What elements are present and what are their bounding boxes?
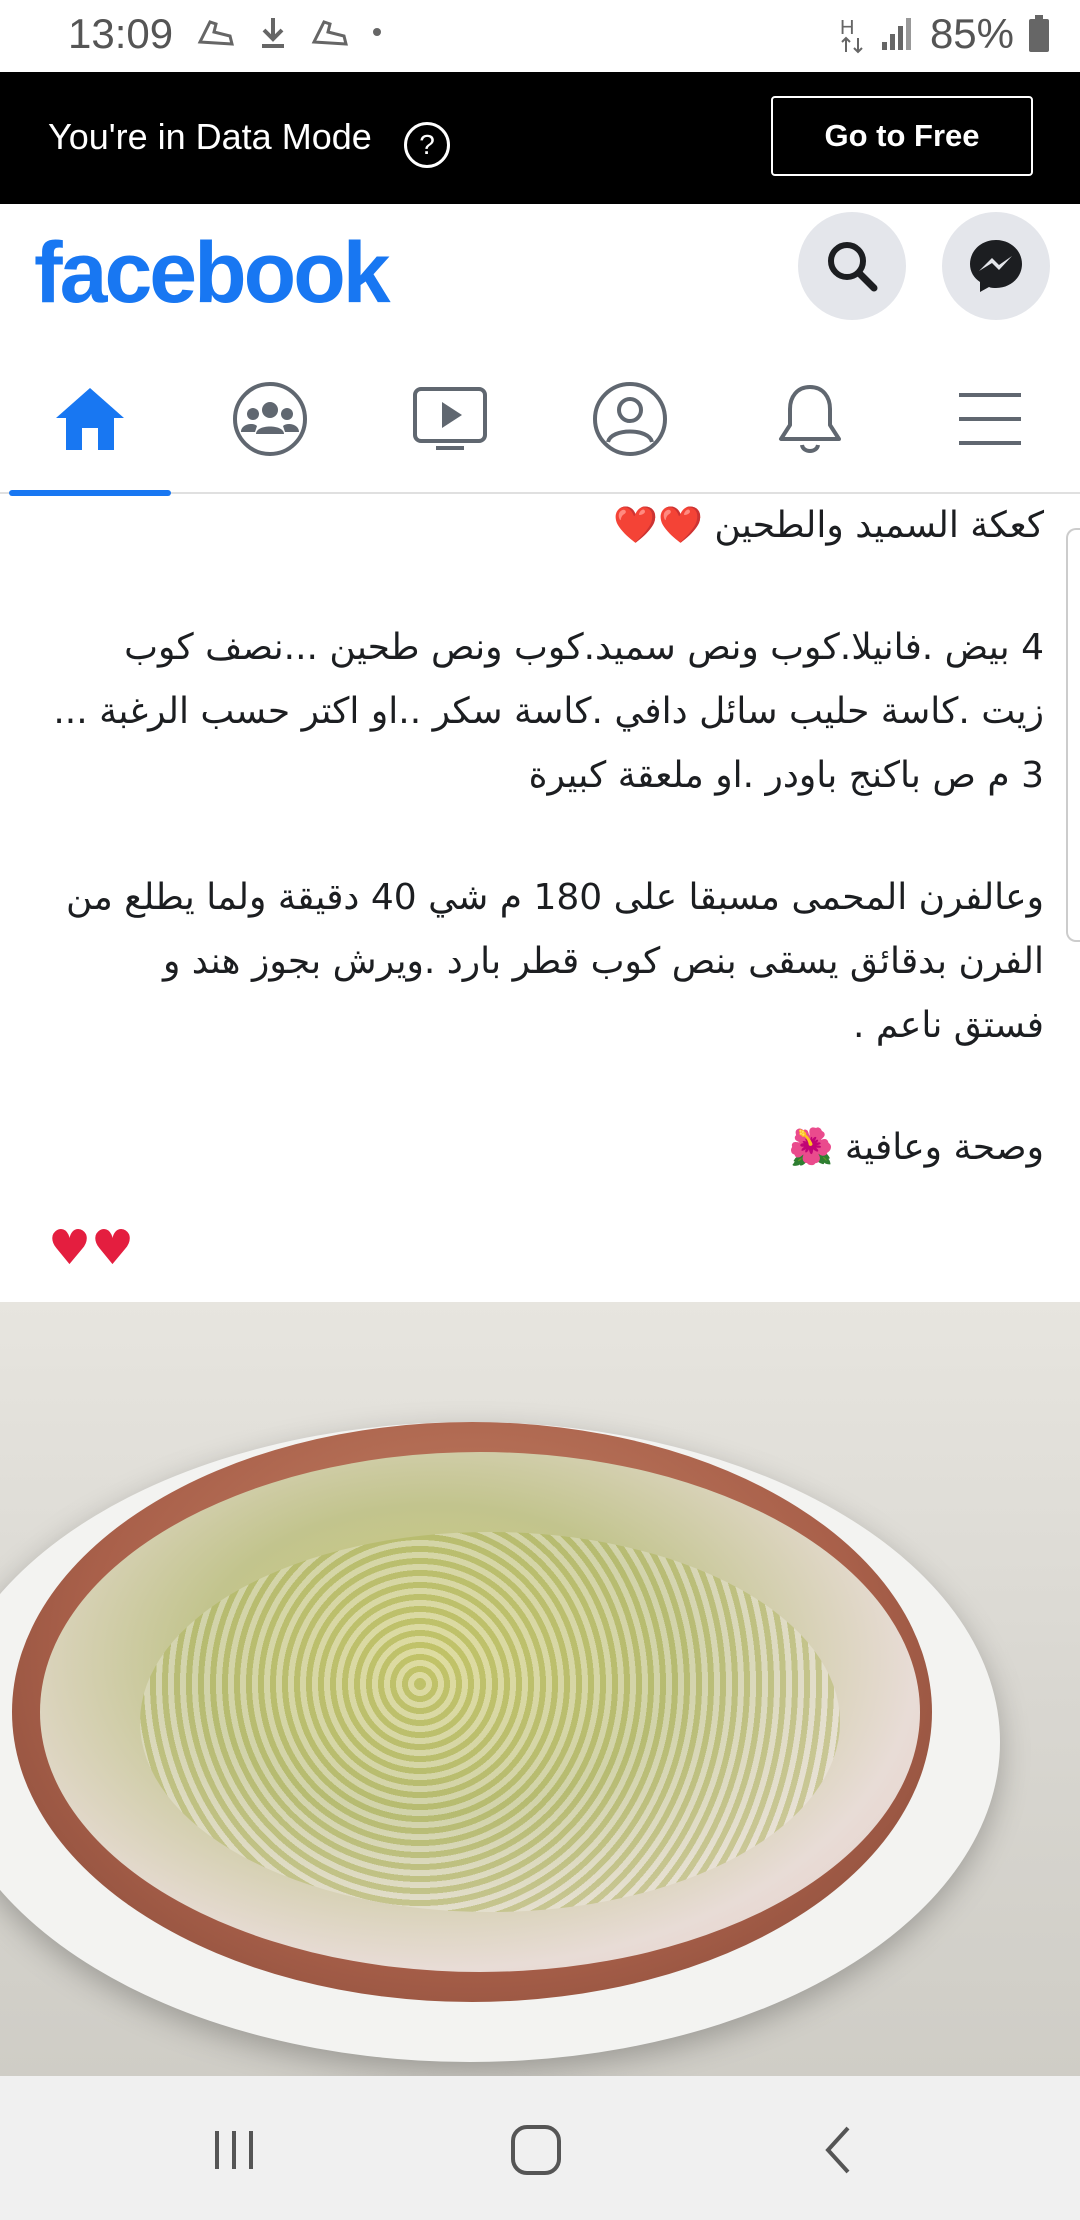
hearts-emoji: ♥♥ <box>48 1220 135 1276</box>
home-circle-icon <box>511 2125 561 2175</box>
recent-apps-button[interactable] <box>204 2120 264 2180</box>
messenger-button[interactable] <box>942 212 1050 320</box>
status-bar: 13:09 H 85% <box>0 0 1080 72</box>
method-line: وعالفرن المحمى مسبقا على 180 م شي 40 دقي… <box>66 877 1044 918</box>
post-photo[interactable] <box>0 1302 1080 2076</box>
recents-icon <box>215 2131 253 2169</box>
cake-image <box>12 1422 932 2002</box>
tab-home[interactable] <box>0 344 180 496</box>
video-icon <box>413 387 487 450</box>
battery-percent: 85% <box>929 10 1014 57</box>
nav-bar <box>0 344 1080 496</box>
bell-icon <box>779 385 841 453</box>
messenger-icon <box>970 240 1022 292</box>
svg-text:H: H <box>840 17 854 39</box>
search-button[interactable] <box>798 212 906 320</box>
groups-icon <box>233 382 307 456</box>
data-mode-banner: You're in Data Mode ? Go to Free <box>0 72 1080 204</box>
tab-profile[interactable] <box>540 344 720 494</box>
app-header: facebook <box>0 204 1080 344</box>
post-closing: وصحة وعافية 🌺 <box>788 1127 1044 1168</box>
ingredients-line: زيت .كاسة حليب سائل دافي .كاسة سكر ..او … <box>53 691 1044 732</box>
network-h-icon: H <box>840 17 863 54</box>
ingredients-line: 4 بيض .فانيلا.كوب ونص سميد.كوب ونص طحين … <box>124 627 1044 668</box>
search-icon <box>828 242 878 292</box>
ingredients-line: 3 م ص باكنج باودر .او ملعقة كبيرة <box>528 755 1044 796</box>
go-to-free-button[interactable]: Go to Free <box>771 96 1033 176</box>
home-icon <box>56 388 124 450</box>
tab-menu[interactable] <box>900 344 1080 494</box>
post-body: كعكة السميد والطحين ❤️❤️ 4 بيض .فانيلا.ك… <box>34 494 1044 1180</box>
shoe-icon <box>197 20 234 46</box>
data-mode-text: You're in Data Mode <box>48 116 372 157</box>
facebook-logo[interactable]: facebook <box>34 224 391 323</box>
tab-watch[interactable] <box>360 344 540 494</box>
home-button[interactable] <box>506 2120 566 2180</box>
post-title: كعكة السميد والطحين ❤️❤️ <box>613 505 1044 546</box>
system-nav-bar <box>0 2076 1080 2220</box>
tab-groups[interactable] <box>180 344 360 494</box>
battery-icon <box>1029 15 1049 52</box>
shoe-icon <box>311 20 348 46</box>
hamburger-icon <box>959 393 1021 445</box>
method-line: فستق ناعم . <box>853 1005 1044 1046</box>
back-icon <box>825 2126 850 2174</box>
status-time: 13:09 <box>68 10 174 57</box>
profile-icon <box>593 382 667 456</box>
method-line: الفرن بدقائق يسقى بنص كوب قطر بارد .ويرش… <box>162 941 1044 982</box>
signal-icon <box>881 18 911 50</box>
download-icon <box>262 18 284 48</box>
dot-icon <box>373 28 381 36</box>
scrollbar[interactable] <box>1066 528 1080 942</box>
help-icon[interactable]: ? <box>404 122 450 168</box>
tab-notifications[interactable] <box>720 344 900 494</box>
back-button[interactable] <box>808 2120 868 2180</box>
